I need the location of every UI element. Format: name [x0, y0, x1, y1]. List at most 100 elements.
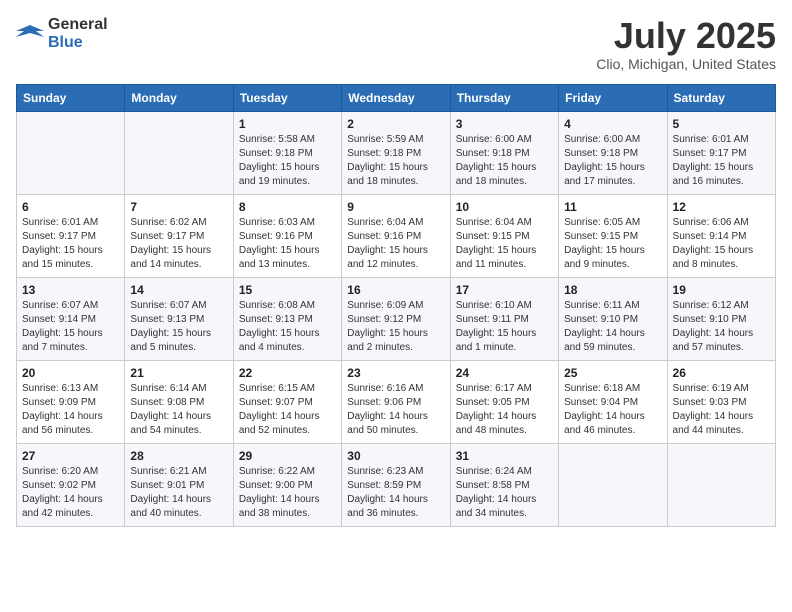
calendar-week-row: 1 Sunrise: 5:58 AM Sunset: 9:18 PM Daylig…	[17, 111, 776, 194]
day-info: Sunrise: 6:07 AM Sunset: 9:13 PM Dayligh…	[130, 299, 227, 355]
day-number: 19	[673, 283, 770, 297]
day-number: 3	[456, 117, 553, 131]
title-block: July 2025 Clio, Michigan, United States	[596, 16, 776, 72]
calendar-cell: 19 Sunrise: 6:12 AM Sunset: 9:10 PM Dayli…	[667, 277, 775, 360]
day-number: 20	[22, 366, 119, 380]
day-info: Sunrise: 6:15 AM Sunset: 9:07 PM Dayligh…	[239, 382, 336, 438]
day-number: 18	[564, 283, 661, 297]
calendar-cell: 12 Sunrise: 6:06 AM Sunset: 9:14 PM Dayli…	[667, 194, 775, 277]
logo-line1: General	[48, 16, 108, 34]
day-info: Sunrise: 6:13 AM Sunset: 9:09 PM Dayligh…	[22, 382, 119, 438]
calendar-cell: 30Sunrise: 6:23 AM Sunset: 8:59 PM Dayli…	[342, 443, 450, 526]
day-number: 13	[22, 283, 119, 297]
calendar-cell: 27 Sunrise: 6:20 AM Sunset: 9:02 PM Dayli…	[17, 443, 125, 526]
calendar-cell: 13 Sunrise: 6:07 AM Sunset: 9:14 PM Dayli…	[17, 277, 125, 360]
day-number: 2	[347, 117, 444, 131]
calendar-cell: 26Sunrise: 6:19 AM Sunset: 9:03 PM Dayli…	[667, 360, 775, 443]
day-number: 8	[239, 200, 336, 214]
day-number: 14	[130, 283, 227, 297]
logo: General Blue	[16, 16, 108, 51]
day-info: Sunrise: 6:04 AM Sunset: 9:16 PM Dayligh…	[347, 216, 444, 272]
day-info: Sunrise: 6:16 AM Sunset: 9:06 PM Dayligh…	[347, 382, 444, 438]
calendar-week-row: 20 Sunrise: 6:13 AM Sunset: 9:09 PM Dayli…	[17, 360, 776, 443]
day-number: 23	[347, 366, 444, 380]
day-number: 12	[673, 200, 770, 214]
day-number: 29	[239, 449, 336, 463]
day-number: 4	[564, 117, 661, 131]
calendar-cell	[559, 443, 667, 526]
calendar-cell: 31Sunrise: 6:24 AM Sunset: 8:58 PM Dayli…	[450, 443, 558, 526]
calendar-cell: 15 Sunrise: 6:08 AM Sunset: 9:13 PM Dayli…	[233, 277, 341, 360]
day-info: Sunrise: 5:59 AM Sunset: 9:18 PM Dayligh…	[347, 133, 444, 189]
day-info: Sunrise: 6:17 AM Sunset: 9:05 PM Dayligh…	[456, 382, 553, 438]
calendar-cell: 20 Sunrise: 6:13 AM Sunset: 9:09 PM Dayli…	[17, 360, 125, 443]
day-number: 15	[239, 283, 336, 297]
logo-icon	[16, 23, 44, 45]
day-info: Sunrise: 6:00 AM Sunset: 9:18 PM Dayligh…	[456, 133, 553, 189]
calendar-cell: 8 Sunrise: 6:03 AM Sunset: 9:16 PM Daylig…	[233, 194, 341, 277]
calendar-cell: 21Sunrise: 6:14 AM Sunset: 9:08 PM Dayli…	[125, 360, 233, 443]
day-header-sunday: Sunday	[17, 84, 125, 111]
day-number: 9	[347, 200, 444, 214]
calendar-cell: 24 Sunrise: 6:17 AM Sunset: 9:05 PM Dayli…	[450, 360, 558, 443]
calendar-week-row: 6 Sunrise: 6:01 AM Sunset: 9:17 PM Daylig…	[17, 194, 776, 277]
day-number: 5	[673, 117, 770, 131]
calendar-cell: 23 Sunrise: 6:16 AM Sunset: 9:06 PM Dayli…	[342, 360, 450, 443]
day-info: Sunrise: 6:23 AM Sunset: 8:59 PM Dayligh…	[347, 465, 444, 521]
logo-line2: Blue	[48, 34, 108, 52]
calendar-cell: 18 Sunrise: 6:11 AM Sunset: 9:10 PM Dayli…	[559, 277, 667, 360]
day-info: Sunrise: 6:07 AM Sunset: 9:14 PM Dayligh…	[22, 299, 119, 355]
calendar-cell: 22Sunrise: 6:15 AM Sunset: 9:07 PM Dayli…	[233, 360, 341, 443]
day-info: Sunrise: 6:09 AM Sunset: 9:12 PM Dayligh…	[347, 299, 444, 355]
day-info: Sunrise: 6:01 AM Sunset: 9:17 PM Dayligh…	[22, 216, 119, 272]
calendar-cell	[17, 111, 125, 194]
calendar-cell: 4 Sunrise: 6:00 AM Sunset: 9:18 PM Daylig…	[559, 111, 667, 194]
day-info: Sunrise: 6:11 AM Sunset: 9:10 PM Dayligh…	[564, 299, 661, 355]
day-number: 10	[456, 200, 553, 214]
day-number: 21	[130, 366, 227, 380]
day-info: Sunrise: 6:05 AM Sunset: 9:15 PM Dayligh…	[564, 216, 661, 272]
day-info: Sunrise: 6:04 AM Sunset: 9:15 PM Dayligh…	[456, 216, 553, 272]
day-info: Sunrise: 6:22 AM Sunset: 9:00 PM Dayligh…	[239, 465, 336, 521]
day-info: Sunrise: 6:10 AM Sunset: 9:11 PM Dayligh…	[456, 299, 553, 355]
day-info: Sunrise: 6:20 AM Sunset: 9:02 PM Dayligh…	[22, 465, 119, 521]
calendar-week-row: 13 Sunrise: 6:07 AM Sunset: 9:14 PM Dayli…	[17, 277, 776, 360]
calendar-cell: 16 Sunrise: 6:09 AM Sunset: 9:12 PM Dayli…	[342, 277, 450, 360]
calendar-cell: 1 Sunrise: 5:58 AM Sunset: 9:18 PM Daylig…	[233, 111, 341, 194]
day-info: Sunrise: 6:24 AM Sunset: 8:58 PM Dayligh…	[456, 465, 553, 521]
day-info: Sunrise: 6:18 AM Sunset: 9:04 PM Dayligh…	[564, 382, 661, 438]
day-info: Sunrise: 5:58 AM Sunset: 9:18 PM Dayligh…	[239, 133, 336, 189]
calendar-cell: 10 Sunrise: 6:04 AM Sunset: 9:15 PM Dayli…	[450, 194, 558, 277]
day-info: Sunrise: 6:00 AM Sunset: 9:18 PM Dayligh…	[564, 133, 661, 189]
calendar-cell: 28Sunrise: 6:21 AM Sunset: 9:01 PM Dayli…	[125, 443, 233, 526]
calendar-cell: 25 Sunrise: 6:18 AM Sunset: 9:04 PM Dayli…	[559, 360, 667, 443]
day-number: 25	[564, 366, 661, 380]
day-header-monday: Monday	[125, 84, 233, 111]
calendar-table: SundayMondayTuesdayWednesdayThursdayFrid…	[16, 84, 776, 527]
page-header: General Blue July 2025 Clio, Michigan, U…	[16, 16, 776, 72]
calendar-cell: 14 Sunrise: 6:07 AM Sunset: 9:13 PM Dayli…	[125, 277, 233, 360]
day-info: Sunrise: 6:08 AM Sunset: 9:13 PM Dayligh…	[239, 299, 336, 355]
calendar-cell: 3 Sunrise: 6:00 AM Sunset: 9:18 PM Daylig…	[450, 111, 558, 194]
calendar-cell: 29 Sunrise: 6:22 AM Sunset: 9:00 PM Dayli…	[233, 443, 341, 526]
calendar-week-row: 27 Sunrise: 6:20 AM Sunset: 9:02 PM Dayli…	[17, 443, 776, 526]
calendar-cell: 5Sunrise: 6:01 AM Sunset: 9:17 PM Daylig…	[667, 111, 775, 194]
day-number: 27	[22, 449, 119, 463]
day-header-saturday: Saturday	[667, 84, 775, 111]
calendar-cell: 9 Sunrise: 6:04 AM Sunset: 9:16 PM Daylig…	[342, 194, 450, 277]
day-number: 24	[456, 366, 553, 380]
calendar-cell: 11 Sunrise: 6:05 AM Sunset: 9:15 PM Dayli…	[559, 194, 667, 277]
day-number: 11	[564, 200, 661, 214]
month-title: July 2025	[596, 16, 776, 56]
day-number: 7	[130, 200, 227, 214]
calendar-cell: 17Sunrise: 6:10 AM Sunset: 9:11 PM Dayli…	[450, 277, 558, 360]
location-label: Clio, Michigan, United States	[596, 56, 776, 72]
day-info: Sunrise: 6:03 AM Sunset: 9:16 PM Dayligh…	[239, 216, 336, 272]
calendar-cell	[125, 111, 233, 194]
day-number: 16	[347, 283, 444, 297]
day-number: 6	[22, 200, 119, 214]
day-info: Sunrise: 6:06 AM Sunset: 9:14 PM Dayligh…	[673, 216, 770, 272]
day-number: 1	[239, 117, 336, 131]
day-info: Sunrise: 6:12 AM Sunset: 9:10 PM Dayligh…	[673, 299, 770, 355]
day-header-wednesday: Wednesday	[342, 84, 450, 111]
